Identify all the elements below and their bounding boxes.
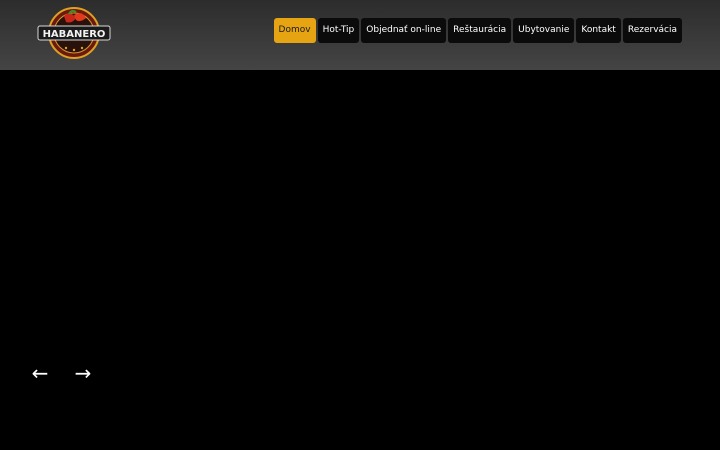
site-header: HABANERO Domov Hot-Tip Objednať on-line … — [0, 0, 720, 70]
nav-item-kontakt[interactable]: Kontakt — [576, 18, 621, 43]
nav-item-restauracia[interactable]: Reštaurácia — [448, 18, 512, 43]
main-navigation: Domov Hot-Tip Objednať on-line Reštaurác… — [273, 18, 682, 43]
nav-item-hot-tip[interactable]: Hot-Tip — [317, 18, 360, 43]
hero-slider: ← → — [0, 70, 720, 450]
logo-emblem: HABANERO — [37, 7, 111, 59]
arrow-right-icon: → — [74, 361, 92, 385]
slider-next-button[interactable]: → — [72, 362, 94, 384]
slider-prev-button[interactable]: ← — [29, 362, 51, 384]
arrow-left-icon: ← — [31, 361, 49, 385]
nav-item-ubytovanie[interactable]: Ubytovanie — [513, 18, 575, 43]
habanero-logo[interactable]: HABANERO — [36, 6, 112, 60]
nav-item-domov[interactable]: Domov — [273, 18, 316, 43]
logo-text: HABANERO — [43, 29, 106, 40]
nav-item-rezervacia[interactable]: Rezervácia — [622, 18, 682, 43]
nav-item-objednat-online[interactable]: Objednať on-line — [361, 18, 447, 43]
